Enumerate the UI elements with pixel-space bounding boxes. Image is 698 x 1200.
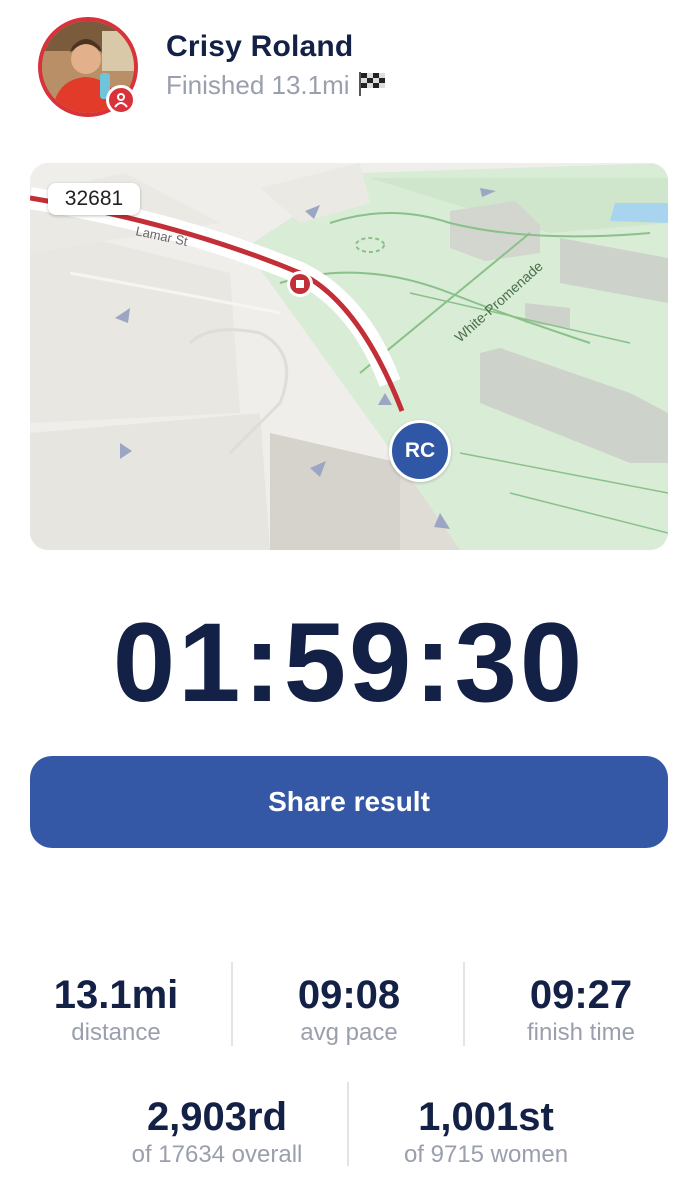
stat-finish-time: 09:27 finish time (465, 972, 697, 1048)
stat-label: distance (71, 1019, 161, 1046)
stat-label: avg pace (300, 1019, 398, 1046)
runner-status-text: Finished 13.1mi (166, 70, 350, 100)
runner-status: Finished 13.1mi (166, 70, 388, 104)
checkered-flag-icon (358, 71, 388, 104)
runner-name: Crisy Roland (166, 30, 354, 63)
stat-avg-pace: 09:08 avg pace (233, 972, 465, 1048)
rank-value: 2,903rd (146, 1095, 288, 1139)
route-map[interactable]: Lamar St White-Promenade 32681 RC (30, 163, 668, 550)
rank-overall: 2,903rd of 17634 overall (86, 1094, 348, 1170)
runner-location-marker[interactable]: RC (389, 420, 451, 482)
share-result-button[interactable]: Share result (30, 756, 668, 848)
stat-label: finish time (526, 1019, 636, 1046)
user-badge-icon (106, 85, 136, 115)
stat-value: 13.1mi (53, 973, 179, 1017)
bib-number-badge: 32681 (48, 183, 140, 215)
rank-label: of 17634 overall (131, 1141, 303, 1168)
rank-label: of 9715 women (403, 1141, 569, 1168)
rank-value: 1,001st (418, 1095, 554, 1139)
finish-time-display: 01:59:30 (112, 600, 586, 725)
stat-value: 09:08 (297, 973, 401, 1017)
rank-women: 1,001st of 9715 women (349, 1094, 623, 1170)
avatar[interactable] (38, 17, 138, 117)
stat-distance: 13.1mi distance (0, 972, 232, 1048)
stat-value: 09:27 (529, 973, 633, 1017)
